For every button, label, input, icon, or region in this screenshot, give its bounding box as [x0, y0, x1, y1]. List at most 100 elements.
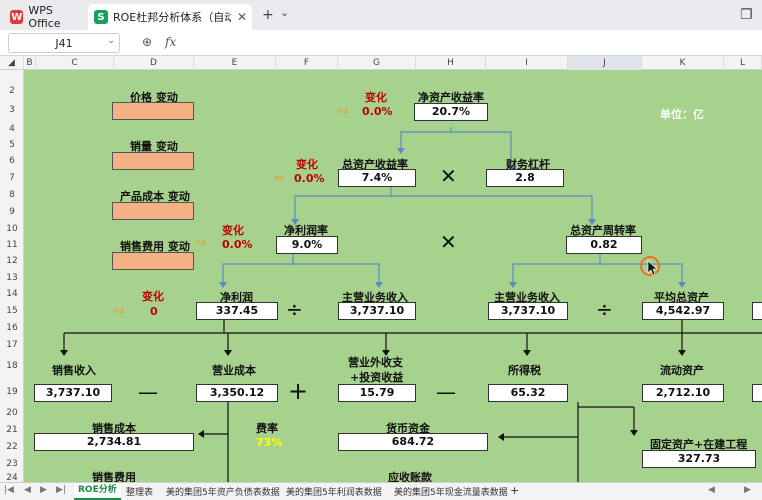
row-header-item[interactable]: 4 [0, 124, 24, 134]
row-header-item[interactable]: 14 [0, 289, 24, 299]
row-header-item[interactable]: 6 [0, 156, 24, 166]
arrow-right-icon: ⇨ [338, 104, 349, 119]
column-header-f[interactable]: F [276, 56, 338, 70]
current-assets-value[interactable]: 2,712.10 [642, 384, 724, 402]
sheet-tab-organize[interactable]: 整理表 [126, 485, 153, 498]
scroll-right-icon[interactable]: ▶ [744, 485, 751, 495]
receivables-label: 应收账款 [388, 471, 432, 482]
connector-line [391, 195, 593, 219]
select-all-corner[interactable]: ◢ [0, 56, 24, 70]
sheet-tab-balance[interactable]: 美的集团5年资产负债表数据 [166, 485, 280, 498]
column-header-d[interactable]: D [114, 56, 194, 70]
revenue-value-2[interactable]: 3,737.10 [488, 302, 568, 320]
divide-operator: ÷ [286, 297, 303, 321]
next-sheet-icon[interactable]: ▶ [40, 485, 47, 495]
turnover-value[interactable]: 0.82 [566, 236, 642, 254]
prev-sheet-icon[interactable]: ◀ [24, 485, 31, 495]
arrow-head [219, 282, 227, 288]
sheet-tab-bar: |◀ ◀ ▶ ▶| ROE分析 整理表 美的集团5年资产负债表数据 美的集团5年… [0, 482, 762, 500]
column-header-g[interactable]: G [338, 56, 416, 70]
cost-change-input[interactable] [112, 202, 194, 220]
formula-bar: J41 ⌄ ⊕ fx [0, 30, 762, 56]
column-header-e[interactable]: E [194, 56, 276, 70]
restore-window-icon[interactable]: ❐ [740, 7, 753, 23]
revenue-value[interactable]: 3,737.10 [338, 302, 416, 320]
column-header-h[interactable]: H [416, 56, 486, 70]
row-header-item[interactable]: 11 [0, 240, 24, 250]
tax-value[interactable]: 65.32 [488, 384, 568, 402]
first-sheet-icon[interactable]: |◀ [4, 485, 14, 495]
opcost-value[interactable]: 3,350.12 [196, 384, 278, 402]
row-header-item[interactable]: 15 [0, 306, 24, 316]
arrow-head [198, 430, 204, 438]
row-header-item[interactable]: 18 [0, 361, 24, 371]
minus-operator: — [436, 380, 456, 404]
sheet-tab-cashflow[interactable]: 美的集团5年现金流量表数据 [394, 485, 508, 498]
row-header-item[interactable]: 7 [0, 173, 24, 183]
column-header-c[interactable]: C [36, 56, 114, 70]
row-header: 2 3 4 5 6 7 8 9 10 11 12 13 14 15 16 17 … [0, 70, 24, 483]
volume-change-input[interactable] [112, 152, 194, 170]
chevron-down-icon[interactable]: ⌄ [107, 36, 115, 46]
row-header-item[interactable]: 9 [0, 207, 24, 217]
unit-label: 单位：亿 [660, 108, 704, 121]
row-header-item[interactable]: 19 [0, 387, 24, 397]
arrow-head [60, 350, 68, 356]
row-header-item[interactable]: 21 [0, 425, 24, 435]
row-header-item[interactable]: 22 [0, 442, 24, 452]
column-header: ◢ B C D E F G H I J K L [0, 56, 762, 70]
column-header-i[interactable]: I [486, 56, 568, 70]
np-change-value: 0 [150, 305, 158, 318]
chevron-down-icon[interactable]: ⌄ [280, 6, 289, 19]
arrow-head [498, 433, 504, 441]
name-box[interactable]: J41 ⌄ [8, 33, 120, 53]
fixed-assets-value[interactable]: 327.73 [642, 450, 756, 468]
arrow-head [678, 350, 686, 356]
tab-document[interactable]: S ROE杜邦分析体系（自动计算+数 ✕ [88, 4, 252, 30]
row-header-item[interactable]: 10 [0, 224, 24, 234]
column-header-l[interactable]: L [724, 56, 762, 70]
row-header-item[interactable]: 12 [0, 256, 24, 266]
np-value[interactable]: 337.45 [196, 302, 278, 320]
row-header-item[interactable]: 16 [0, 323, 24, 333]
sales-value[interactable]: 3,737.10 [34, 384, 112, 402]
npm-change-label: 变化 [222, 224, 244, 237]
row-header-item[interactable]: 2 [0, 86, 24, 96]
column-header-k[interactable]: K [642, 56, 724, 70]
zoom-icon[interactable]: ⊕ [142, 35, 152, 49]
tab-wps-office[interactable]: W WPS Office [4, 4, 86, 30]
sheet-grid[interactable]: 价格 变动 销量 变动 产品成本 变动 销售费用 变动 变化 ⇨ 0.0% 净资… [24, 70, 762, 482]
leverage-value[interactable]: 2.8 [486, 169, 564, 187]
new-tab-icon[interactable]: + [262, 7, 274, 23]
offscreen-cell[interactable] [752, 384, 762, 402]
price-change-input[interactable] [112, 102, 194, 120]
row-header-item[interactable]: 20 [0, 408, 24, 418]
arrow-right-icon: ⇨ [274, 171, 285, 186]
offscreen-cell[interactable] [752, 302, 762, 320]
cogs-value[interactable]: 2,734.81 [34, 433, 194, 451]
roa-value[interactable]: 7.4% [338, 169, 416, 187]
row-header-item[interactable]: 13 [0, 273, 24, 283]
last-sheet-icon[interactable]: ▶| [56, 485, 66, 495]
selling-change-input[interactable] [112, 252, 194, 270]
row-header-item[interactable]: 23 [0, 459, 24, 469]
scroll-left-icon[interactable]: ◀ [708, 485, 715, 495]
npm-value[interactable]: 9.0% [276, 236, 338, 254]
sheet-tab-income[interactable]: 美的集团5年利润表数据 [286, 485, 382, 498]
avg-assets-value[interactable]: 4,542.97 [642, 302, 724, 320]
title-bar: W WPS Office S ROE杜邦分析体系（自动计算+数 ✕ + ⌄ ❐ [0, 0, 762, 30]
sheet-tab-roe[interactable]: ROE分析 [74, 483, 121, 500]
roe-value[interactable]: 20.7% [414, 103, 488, 121]
rate-value: 73% [256, 436, 283, 449]
column-header-j[interactable]: J [568, 56, 642, 70]
add-sheet-button[interactable]: + [510, 484, 519, 497]
nonop-value[interactable]: 15.79 [338, 384, 416, 402]
column-header-b[interactable]: B [24, 56, 36, 70]
row-header-item[interactable]: 8 [0, 190, 24, 200]
function-icon[interactable]: fx [165, 35, 176, 49]
cash-value[interactable]: 684.72 [338, 433, 488, 451]
row-header-item[interactable]: 17 [0, 340, 24, 350]
row-header-item[interactable]: 5 [0, 140, 24, 150]
close-icon[interactable]: ✕ [237, 10, 247, 24]
row-header-item[interactable]: 3 [0, 105, 24, 115]
